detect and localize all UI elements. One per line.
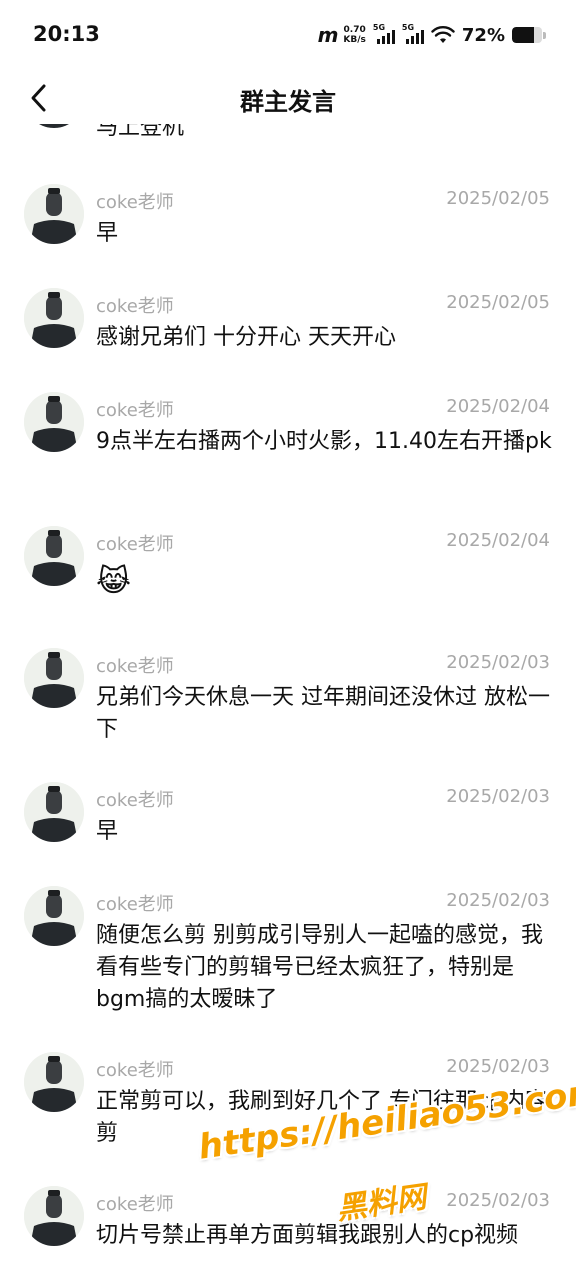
signal-icon-sim1: 5G (373, 23, 395, 46)
message-date: 2025/02/05 (446, 292, 550, 313)
avatar-image (24, 392, 84, 452)
author-name: coke老师 (96, 1194, 174, 1215)
nav-bar: 群主发言 (0, 72, 576, 124)
avatar[interactable] (24, 782, 84, 842)
avatar[interactable] (24, 184, 84, 244)
author-name: coke老师 (96, 656, 174, 677)
avatar-image (24, 184, 84, 244)
avatar-image (24, 886, 84, 946)
status-bar: 20:13 m 0.70 KB/s 5G 5G 72% (0, 0, 576, 70)
status-time: 20:13 (33, 22, 100, 46)
message-text: 正常剪可以，我刷到好几个了 专门往那cp内容剪 (96, 1089, 548, 1146)
cat-tears-of-joy-emoji: 😹 (96, 564, 132, 599)
avatar[interactable] (24, 1186, 84, 1246)
message-date: 2025/02/04 (446, 530, 550, 551)
avatar[interactable] (24, 886, 84, 946)
message-item: coke老师 2025/02/05 早 (0, 184, 576, 264)
battery-percent: 72% (461, 24, 505, 46)
avatar[interactable] (24, 392, 84, 452)
avatar[interactable] (24, 648, 84, 708)
message-text: 感谢兄弟们 十分开心 天天开心 (96, 325, 396, 350)
message-feed[interactable]: 马上登机 coke老师 2025/02/05 早 coke老师 2025/02/ (0, 124, 576, 1280)
author-name: coke老师 (96, 1060, 174, 1081)
network-speed-unit: KB/s (343, 35, 366, 45)
page-title: 群主发言 (240, 88, 336, 116)
avatar-image (24, 124, 84, 128)
avatar[interactable] (24, 526, 84, 586)
message-item: coke老师 2025/02/03 早 (0, 782, 576, 862)
status-icons: m 0.70 KB/s 5G 5G 72% (318, 20, 546, 50)
avatar[interactable] (24, 288, 84, 348)
message-item: coke老师 2025/02/03 正常剪可以，我刷到好几个了 专门往那cp内容… (0, 1052, 576, 1162)
message-date: 2025/02/03 (446, 1056, 550, 1077)
avatar-image (24, 648, 84, 708)
message-date: 2025/02/03 (446, 1190, 550, 1211)
avatar-image (24, 782, 84, 842)
avatar[interactable] (24, 124, 84, 128)
network-speed: 0.70 KB/s (343, 25, 365, 45)
avatar-image (24, 526, 84, 586)
battery-cap (543, 31, 546, 39)
battery-icon (512, 27, 542, 43)
message-item: coke老师 2025/02/05 感谢兄弟们 十分开心 天天开心 (0, 288, 576, 368)
message-item: coke老师 2025/02/04 9点半左右播两个小时火影，11.40左右开播… (0, 392, 576, 502)
author-name: coke老师 (96, 192, 174, 213)
message-item: coke老师 2025/02/04 😹 (0, 526, 576, 616)
avatar-image (24, 1052, 84, 1112)
message-item: coke老师 2025/02/03 兄弟们今天休息一天 过年期间还没休过 放松一… (0, 648, 576, 758)
wifi-icon (431, 26, 455, 43)
message-text: 9点半左右播两个小时火影，11.40左右开播pk (96, 429, 552, 454)
author-name: coke老师 (96, 534, 174, 555)
author-name: coke老师 (96, 894, 174, 915)
network-brand-icon: m (317, 23, 339, 47)
message-item: coke老师 2025/02/03 随便怎么剪 别剪成引导别人一起嗑的感觉，我看… (0, 886, 576, 1026)
signal-icon-sim2: 5G (402, 23, 424, 46)
avatar[interactable] (24, 1052, 84, 1112)
avatar-image (24, 288, 84, 348)
message-text: 切片号禁止再单方面剪辑我跟别人的cp视频 (96, 1223, 519, 1248)
message-date: 2025/02/05 (446, 188, 550, 209)
message-item: coke老师 2025/02/03 切片号禁止再单方面剪辑我跟别人的cp视频 (0, 1186, 576, 1266)
message-text: 随便怎么剪 别剪成引导别人一起嗑的感觉，我看有些专门的剪辑号已经太疯狂了，特别是… (96, 923, 543, 1012)
message-item: 马上登机 (0, 124, 576, 144)
message-date: 2025/02/04 (446, 396, 550, 417)
message-text: 兄弟们今天休息一天 过年期间还没休过 放松一下 (96, 685, 550, 742)
message-date: 2025/02/03 (446, 786, 550, 807)
message-text: 早 (96, 819, 119, 844)
author-name: coke老师 (96, 790, 174, 811)
message-text: 早 (96, 221, 119, 246)
message-date: 2025/02/03 (446, 652, 550, 673)
message-text: 马上登机 (96, 124, 185, 140)
author-name: coke老师 (96, 400, 174, 421)
avatar-image (24, 1186, 84, 1246)
author-name: coke老师 (96, 296, 174, 317)
network-speed-value: 0.70 (343, 25, 366, 35)
message-date: 2025/02/03 (446, 890, 550, 911)
